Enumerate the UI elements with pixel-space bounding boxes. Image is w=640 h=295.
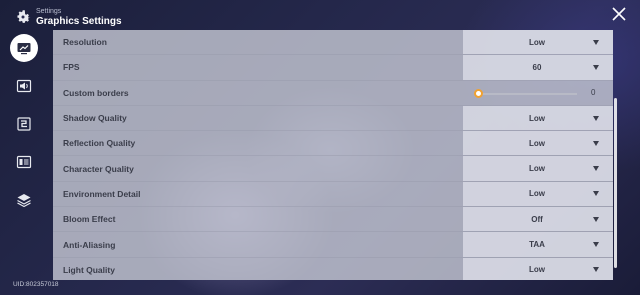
setting-label: Shadow Quality	[63, 113, 127, 124]
scrollbar[interactable]	[614, 98, 617, 268]
setting-label: Reflection Quality	[63, 138, 136, 149]
anti-aliasing-dropdown[interactable]: TAA	[463, 232, 613, 257]
environment-detail-dropdown[interactable]: Low	[463, 181, 613, 207]
caret-down-icon	[593, 191, 599, 197]
fps-dropdown[interactable]: 60	[463, 55, 613, 80]
light-quality-dropdown[interactable]: Low	[463, 257, 613, 280]
dropdown-value: Low	[529, 265, 545, 275]
setting-label: Environment Detail	[63, 188, 141, 199]
controls-icon	[17, 117, 31, 131]
setting-row-anti-aliasing: Anti-Aliasing TAA	[53, 232, 613, 258]
dropdown-value: TAA	[529, 240, 545, 250]
layers-icon	[17, 194, 31, 208]
language-icon	[16, 155, 32, 169]
reflection-quality-dropdown[interactable]: Low	[463, 131, 613, 156]
dropdown-value: 60	[532, 62, 542, 72]
dropdown-value: Low	[529, 189, 545, 199]
setting-label: Custom borders	[63, 87, 129, 98]
setting-label: Character Quality	[63, 163, 134, 174]
nav-item-graphics[interactable]	[10, 34, 38, 62]
shadow-quality-dropdown[interactable]: Low	[463, 105, 613, 131]
nav-item-language[interactable]	[10, 148, 38, 176]
setting-row-character-quality: Character Quality Low	[53, 156, 613, 182]
header: Settings Graphics Settings	[14, 5, 122, 29]
setting-row-bloom-effect: Bloom Effect Off	[53, 207, 613, 233]
caret-down-icon	[593, 166, 599, 172]
caret-down-icon	[593, 267, 599, 273]
setting-label: FPS	[63, 62, 80, 73]
setting-row-resolution: Resolution Low	[53, 30, 613, 56]
gear-icon	[17, 10, 31, 23]
caret-down-icon	[593, 140, 599, 146]
header-subtitle: Settings	[36, 7, 62, 15]
dropdown-value: Low	[529, 113, 545, 123]
caret-down-icon	[593, 39, 599, 45]
bloom-effect-dropdown[interactable]: Off	[463, 207, 613, 232]
close-icon[interactable]	[611, 6, 627, 22]
caret-down-icon	[593, 216, 599, 222]
custom-borders-slider-track[interactable]	[481, 92, 577, 95]
nav-item-other[interactable]	[10, 186, 38, 214]
caret-down-icon	[593, 64, 599, 70]
dropdown-value: Off	[531, 214, 543, 224]
setting-row-custom-borders: Custom borders 0	[53, 80, 613, 106]
nav-item-sound[interactable]	[10, 72, 38, 100]
nav-item-controls[interactable]	[10, 110, 38, 138]
dropdown-value: Low	[529, 37, 545, 47]
setting-row-reflection-quality: Reflection Quality Low	[53, 131, 613, 157]
caret-down-icon	[593, 115, 599, 121]
setting-row-environment-detail: Environment Detail Low	[53, 181, 613, 208]
setting-row-light-quality: Light Quality Low	[53, 257, 613, 280]
settings-list: Resolution Low FPS 60 Custom borders 0 S…	[53, 30, 613, 280]
sound-icon	[16, 79, 32, 93]
resolution-dropdown[interactable]: Low	[463, 30, 613, 55]
setting-label: Anti-Aliasing	[63, 239, 116, 250]
setting-label: Light Quality	[63, 264, 115, 275]
setting-row-shadow-quality: Shadow Quality Low	[53, 105, 613, 132]
setting-label: Resolution	[63, 37, 107, 48]
character-quality-dropdown[interactable]: Low	[463, 156, 613, 181]
display-icon	[17, 43, 31, 55]
dropdown-value: Low	[529, 164, 545, 174]
page-title: Graphics Settings	[36, 15, 122, 27]
uid-label: UID:802357018	[13, 281, 59, 288]
slider-value: 0	[591, 88, 596, 98]
dropdown-value: Low	[529, 138, 545, 148]
setting-label: Bloom Effect	[63, 214, 116, 225]
caret-down-icon	[593, 242, 599, 248]
custom-borders-slider-handle[interactable]	[474, 88, 483, 98]
setting-row-fps: FPS 60	[53, 55, 613, 81]
